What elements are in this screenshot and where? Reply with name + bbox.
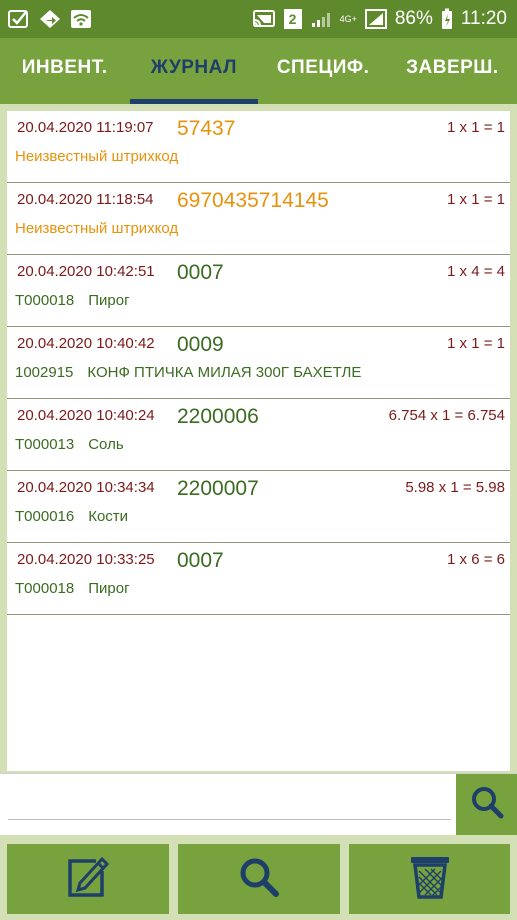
entry-calculation: 1 x 1 = 1 [447,119,505,136]
edit-button[interactable] [7,844,169,914]
entry-description: Т000016 Кости [15,508,128,525]
entry-name: Кости [88,508,129,525]
entry-name: Соль [88,436,124,453]
journal-entry[interactable]: 20.04.2020 11:19:07 57437 1 x 1 = 1 Неиз… [7,111,510,183]
journal-entry[interactable]: 20.04.2020 11:18:54 6970435714145 1 x 1 … [7,183,510,255]
entry-calculation: 1 x 1 = 1 [447,191,505,208]
search-icon [470,785,504,824]
entry-timestamp: 20.04.2020 11:19:07 [17,119,154,136]
entry-timestamp: 20.04.2020 10:40:42 [17,335,155,352]
entry-calculation: 5.98 x 1 = 5.98 [405,479,505,496]
sim-badge: 2 [283,9,302,29]
entry-barcode: 0007 [177,261,224,284]
delete-button[interactable] [349,844,510,914]
search-bar [0,773,517,835]
find-button[interactable] [178,844,340,914]
entry-calculation: 1 x 4 = 4 [447,263,505,280]
entry-article: Т000016 [15,508,75,525]
entry-barcode: 6970435714145 [177,189,329,212]
tab-journal[interactable]: ЖУРНАЛ [129,38,258,104]
status-bar: 2 4G+ 86% 11:20 [0,0,517,38]
trash-icon [408,853,452,906]
entry-article: Т000018 [15,292,75,309]
journal-entry[interactable]: 20.04.2020 10:40:42 0009 1 x 1 = 1 10029… [7,327,510,399]
search-icon [237,855,281,904]
entry-name: Пирог [88,292,130,309]
entry-calculation: 1 x 1 = 1 [447,335,505,352]
journal-entry[interactable]: 20.04.2020 10:42:51 0007 1 x 4 = 4 Т0000… [7,255,510,327]
entry-description: Т000013 Соль [15,436,124,453]
entry-barcode: 0009 [177,333,224,356]
search-button[interactable] [456,774,517,835]
entry-timestamp: 20.04.2020 10:42:51 [17,263,155,280]
journal-list[interactable]: 20.04.2020 11:19:07 57437 1 x 1 = 1 Неиз… [7,111,510,771]
entry-barcode: 57437 [177,117,236,140]
tab-inventory[interactable]: ИНВЕНТ. [0,38,129,104]
entry-calculation: 6.754 x 1 = 6.754 [388,407,505,424]
entry-name: Пирог [88,580,130,597]
wifi-icon [70,9,92,29]
network-type-label: 4G+ [339,13,357,24]
entry-timestamp: 20.04.2020 10:40:24 [17,407,155,424]
entry-timestamp: 20.04.2020 10:34:34 [17,479,155,496]
signal-box-icon [364,9,387,29]
entry-barcode: 0007 [177,549,224,572]
search-input[interactable] [8,780,455,818]
direction-icon [38,9,62,29]
battery-icon [441,8,453,30]
entry-description: Т000018 Пирог [15,292,130,309]
entry-description: Т000018 Пирог [15,580,130,597]
journal-entry[interactable]: 20.04.2020 10:34:34 2200007 5.98 x 1 = 5… [7,471,510,543]
signal-icon [310,9,332,29]
entry-article: 1002915 [15,364,74,381]
entry-name: Неизвестный штрихкод [15,148,179,165]
entry-calculation: 1 x 6 = 6 [447,551,505,568]
entry-name: Неизвестный штрихкод [15,220,179,237]
tab-specification[interactable]: СПЕЦИФ. [259,38,388,104]
cast-icon [252,9,276,29]
entry-barcode: 2200007 [177,477,259,500]
journal-entry[interactable]: 20.04.2020 10:33:25 0007 1 x 6 = 6 Т0000… [7,543,510,615]
entry-article: Т000018 [15,580,75,597]
battery-percent: 86% [394,8,433,29]
entry-article: Т000013 [15,436,75,453]
entry-timestamp: 20.04.2020 11:18:54 [17,191,154,208]
action-bar [0,838,517,920]
entry-name: КОНФ ПТИЧКА МИЛАЯ 300Г БАХЕТЛЕ [87,364,362,381]
checkbox-notification-icon [8,9,30,29]
edit-icon [66,855,110,904]
entry-timestamp: 20.04.2020 10:33:25 [17,551,155,568]
search-input-underline [8,819,451,820]
tab-bar: ИНВЕНТ. ЖУРНАЛ СПЕЦИФ. ЗАВЕРШ. [0,38,517,104]
clock: 11:20 [460,8,507,29]
journal-entry[interactable]: 20.04.2020 10:40:24 2200006 6.754 x 1 = … [7,399,510,471]
entry-barcode: 2200006 [177,405,259,428]
entry-description: 1002915 КОНФ ПТИЧКА МИЛАЯ 300Г БАХЕТЛЕ [15,364,361,381]
tab-complete[interactable]: ЗАВЕРШ. [388,38,517,104]
